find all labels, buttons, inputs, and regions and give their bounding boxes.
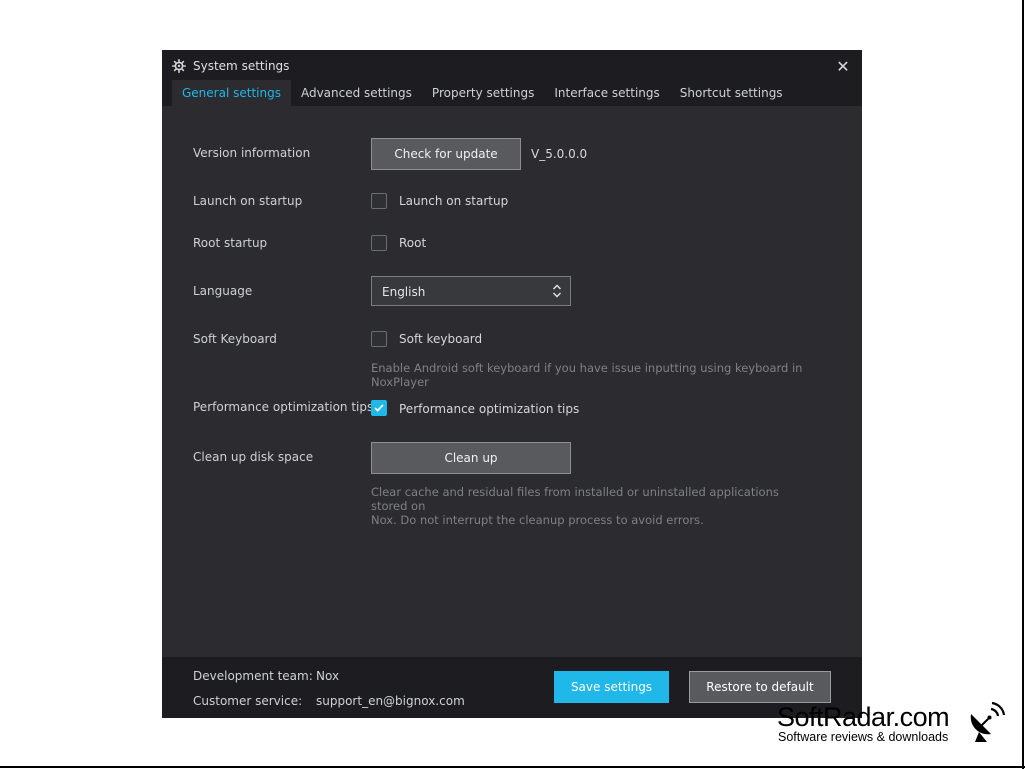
soft-keyboard-label: Soft Keyboard	[193, 332, 277, 346]
soft-keyboard-help: Enable Android soft keyboard if you have…	[371, 361, 811, 389]
soft-keyboard-checkbox[interactable]	[371, 331, 387, 347]
development-team-label: Development team:	[193, 669, 313, 683]
soft-keyboard-checkbox-label[interactable]: Soft keyboard	[399, 332, 482, 346]
clean-up-button[interactable]: Clean up	[371, 442, 571, 474]
dialog-title: System settings	[193, 59, 290, 73]
settings-tabs: General settings Advanced settings Prope…	[172, 80, 793, 106]
customer-service-email: support_en@bignox.com	[316, 694, 465, 708]
soft-keyboard-help-line: Enable Android soft keyboard if you have…	[371, 361, 803, 375]
clean-up-label: Clean up disk space	[193, 450, 314, 464]
launch-on-startup-checkbox-label[interactable]: Launch on startup	[399, 194, 508, 208]
title-bar: System settings ✕ General settings Advan…	[162, 50, 862, 106]
performance-tips-label: Performance optimization tips	[193, 400, 374, 414]
clean-up-help-line: Nox. Do not interrupt the cleanup proces…	[371, 513, 704, 527]
tab-advanced-settings[interactable]: Advanced settings	[291, 80, 422, 106]
save-settings-button[interactable]: Save settings	[554, 671, 669, 703]
watermark-tagline: Software reviews & downloads	[778, 730, 949, 744]
soft-keyboard-help-line: NoxPlayer	[371, 375, 429, 389]
performance-tips-checkbox[interactable]	[371, 400, 387, 416]
language-select[interactable]: English	[371, 276, 571, 306]
root-checkbox-label[interactable]: Root	[399, 236, 426, 250]
tab-general-settings[interactable]: General settings	[172, 80, 291, 106]
launch-on-startup-checkbox[interactable]	[371, 193, 387, 209]
tab-interface-settings[interactable]: Interface settings	[544, 80, 669, 106]
language-select-value: English	[382, 285, 426, 299]
root-startup-label: Root startup	[193, 236, 268, 250]
language-label: Language	[193, 284, 253, 298]
launch-on-startup-label: Launch on startup	[193, 194, 303, 208]
chevron-up-down-icon	[553, 284, 561, 298]
performance-tips-checkbox-label[interactable]: Performance optimization tips	[399, 402, 579, 416]
tab-shortcut-settings[interactable]: Shortcut settings	[670, 80, 793, 106]
satellite-dish-icon	[970, 701, 1005, 742]
clean-up-help-line: Clear cache and residual files from inst…	[371, 485, 779, 513]
gear-icon	[172, 59, 186, 73]
watermark-name: SoftRadar.com	[777, 702, 950, 732]
clean-up-help: Clear cache and residual files from inst…	[371, 485, 811, 527]
close-icon[interactable]: ✕	[834, 58, 852, 76]
version-label: Version information	[193, 146, 311, 160]
development-team-value: Nox	[316, 669, 340, 683]
screen-border-right	[1022, 0, 1024, 769]
version-value: V_5.0.0.0	[531, 147, 588, 161]
screen-border-bottom	[0, 766, 1025, 768]
dialog-footer: Development team: Nox Customer service: …	[162, 657, 862, 718]
tab-property-settings[interactable]: Property settings	[422, 80, 544, 106]
checkmark-icon	[374, 404, 384, 412]
customer-service-label: Customer service:	[193, 694, 303, 708]
root-checkbox[interactable]	[371, 235, 387, 251]
restore-to-default-button[interactable]: Restore to default	[689, 671, 831, 703]
check-for-update-button[interactable]: Check for update	[371, 138, 521, 170]
softradar-watermark: SoftRadar.com Software reviews & downloa…	[777, 700, 1007, 750]
system-settings-dialog: System settings ✕ General settings Advan…	[162, 50, 862, 718]
